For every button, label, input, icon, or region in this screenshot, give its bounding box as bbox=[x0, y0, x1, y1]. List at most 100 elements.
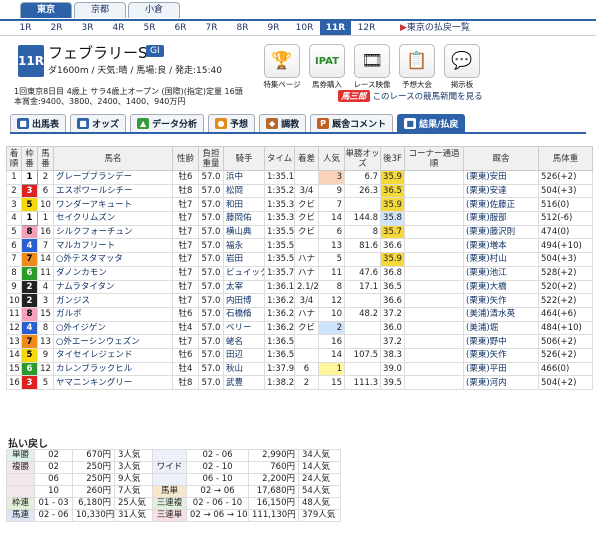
stable-link[interactable]: (美浦)清水英 bbox=[466, 309, 515, 319]
jockey-cell[interactable]: 岩田 bbox=[223, 252, 265, 267]
jockey-link[interactable]: 太宰 bbox=[226, 282, 243, 292]
horse-name-link[interactable]: セイクリムズン bbox=[56, 213, 115, 223]
horse-name-cell[interactable]: ガンジス bbox=[53, 293, 173, 308]
subtab[interactable]: ● 予想 bbox=[208, 114, 256, 132]
jockey-link[interactable]: 秋山 bbox=[226, 364, 243, 374]
jockey-link[interactable]: 武豊 bbox=[226, 378, 243, 388]
jockey-cell[interactable]: 横山典 bbox=[223, 224, 265, 240]
jockey-cell[interactable]: 太宰 bbox=[223, 279, 265, 295]
horse-name-cell[interactable]: ナムラタイタン bbox=[53, 279, 173, 295]
jockey-cell[interactable]: 藤岡佑 bbox=[223, 211, 265, 226]
venue-tab[interactable]: 京都 bbox=[74, 2, 126, 18]
stable-cell[interactable]: (栗東)安達 bbox=[463, 183, 539, 199]
stable-link[interactable]: (美浦)堀 bbox=[466, 323, 498, 333]
horse-name-link[interactable]: ガンジス bbox=[56, 296, 90, 306]
stable-link[interactable]: (栗東)藤沢則 bbox=[466, 227, 515, 237]
stable-cell[interactable]: (栗東)平田 bbox=[463, 361, 539, 377]
horse-name-link[interactable]: マルカフリート bbox=[56, 241, 115, 251]
stable-link[interactable]: (栗東)増本 bbox=[466, 241, 507, 251]
horse-name-link[interactable]: カレンブラックヒル bbox=[56, 364, 132, 374]
horse-name-cell[interactable]: シルクフォーチュン bbox=[53, 224, 173, 240]
jockey-link[interactable]: 福永 bbox=[226, 241, 243, 251]
horse-name-link[interactable]: シルクフォーチュン bbox=[56, 227, 133, 237]
jockey-cell[interactable]: ビュイック bbox=[223, 265, 265, 281]
jockey-link[interactable]: 和田 bbox=[226, 200, 243, 210]
stable-cell[interactable]: (栗東)野中 bbox=[463, 334, 539, 349]
stable-cell[interactable]: (栗東)佐藤正 bbox=[463, 197, 539, 213]
horse-name-link[interactable]: ダノンカモン bbox=[56, 268, 107, 278]
horse-name-link[interactable]: ○外テスタマッタ bbox=[56, 254, 123, 264]
stable-cell[interactable]: (栗東)藤沢則 bbox=[463, 224, 539, 240]
race-tab[interactable]: 4R bbox=[103, 21, 134, 35]
jockey-cell[interactable]: 田辺 bbox=[223, 347, 265, 363]
tool-button[interactable]: 🎞 レース映像 bbox=[352, 44, 392, 90]
venue-tab[interactable]: 東京 bbox=[20, 2, 72, 18]
jockey-cell[interactable]: 福永 bbox=[223, 238, 265, 254]
race-tab[interactable]: 8R bbox=[227, 21, 258, 35]
horse-name-cell[interactable]: ガルボ bbox=[53, 306, 173, 322]
stable-cell[interactable]: (栗東)安田 bbox=[463, 170, 539, 185]
horse-name-cell[interactable]: ○外エーシンウェズン bbox=[53, 334, 173, 349]
jockey-cell[interactable]: 武豊 bbox=[223, 375, 265, 390]
horse-name-link[interactable]: エスポワールシチー bbox=[56, 186, 133, 196]
stable-cell[interactable]: (栗東)池江 bbox=[463, 265, 539, 281]
tool-button[interactable]: 💬 掲示板 bbox=[442, 44, 482, 90]
race-tab[interactable]: 7R bbox=[196, 21, 227, 35]
jockey-link[interactable]: 浜中 bbox=[226, 172, 243, 182]
jockey-cell[interactable]: 蛯名 bbox=[223, 334, 265, 349]
jockey-cell[interactable]: 秋山 bbox=[223, 361, 265, 377]
horse-name-cell[interactable]: ○外イジゲン bbox=[53, 320, 173, 336]
horse-name-cell[interactable]: エスポワールシチー bbox=[53, 183, 173, 199]
venue-tab[interactable]: 小倉 bbox=[128, 2, 180, 18]
stable-cell[interactable]: (美浦)堀 bbox=[463, 320, 539, 336]
subtab[interactable]: P 厩舎コメント bbox=[310, 114, 394, 132]
jockey-link[interactable]: 内田博 bbox=[226, 296, 252, 306]
stable-link[interactable]: (栗東)佐藤正 bbox=[466, 200, 515, 210]
stable-cell[interactable]: (栗東)増本 bbox=[463, 238, 539, 254]
newspaper-link[interactable]: 馬三郎 このレースの競馬新聞を見る bbox=[338, 90, 483, 102]
race-tab[interactable]: 6R bbox=[165, 21, 196, 35]
horse-name-cell[interactable]: ワンダーアキュート bbox=[53, 197, 173, 213]
race-tab[interactable]: 2R bbox=[41, 21, 72, 35]
jockey-link[interactable]: 松岡 bbox=[226, 186, 243, 196]
race-tab[interactable]: 3R bbox=[72, 21, 103, 35]
stable-link[interactable]: (栗東)矢作 bbox=[466, 296, 507, 306]
stable-cell[interactable]: (栗東)矢作 bbox=[463, 347, 539, 363]
stable-link[interactable]: (栗東)平田 bbox=[466, 364, 507, 374]
tool-button[interactable]: IPAT 馬券購入 bbox=[307, 44, 347, 90]
stable-cell[interactable]: (美浦)清水英 bbox=[463, 306, 539, 322]
race-tab[interactable]: 9R bbox=[258, 21, 289, 35]
payout-list-link[interactable]: ▶東京の払戻一覧 bbox=[400, 21, 470, 35]
horse-name-cell[interactable]: グレープブランデー bbox=[53, 170, 173, 185]
horse-name-link[interactable]: グレープブランデー bbox=[56, 172, 132, 182]
stable-link[interactable]: (栗東)安田 bbox=[466, 172, 507, 182]
horse-name-cell[interactable]: マルカフリート bbox=[53, 238, 173, 254]
subtab[interactable]: ■ 結果/払戻 bbox=[397, 114, 466, 132]
horse-name-link[interactable]: ワンダーアキュート bbox=[56, 200, 132, 210]
jockey-link[interactable]: 石橋脩 bbox=[226, 309, 252, 319]
tool-button[interactable]: 🏆 特集ページ bbox=[262, 44, 302, 90]
horse-name-cell[interactable]: ヤマニンキングリー bbox=[53, 375, 173, 390]
jockey-link[interactable]: 田辺 bbox=[226, 350, 243, 360]
jockey-cell[interactable]: 石橋脩 bbox=[223, 306, 265, 322]
race-tab[interactable]: 1R bbox=[10, 21, 41, 35]
jockey-cell[interactable]: 松岡 bbox=[223, 183, 265, 199]
race-tab[interactable]: 12R bbox=[351, 21, 382, 35]
subtab[interactable]: ■ オッズ bbox=[70, 114, 127, 132]
stable-link[interactable]: (栗東)服部 bbox=[466, 213, 507, 223]
stable-cell[interactable]: (栗東)矢作 bbox=[463, 293, 539, 308]
jockey-link[interactable]: 藤岡佑 bbox=[226, 213, 252, 223]
jockey-link[interactable]: ベリー bbox=[226, 323, 252, 333]
horse-name-link[interactable]: ナムラタイタン bbox=[56, 282, 114, 292]
race-tab[interactable]: 11R bbox=[320, 21, 351, 35]
jockey-cell[interactable]: 和田 bbox=[223, 197, 265, 213]
jockey-cell[interactable]: 内田博 bbox=[223, 293, 265, 308]
horse-name-link[interactable]: ガルボ bbox=[56, 309, 82, 319]
stable-cell[interactable]: (栗東)村山 bbox=[463, 252, 539, 267]
jockey-link[interactable]: 岩田 bbox=[226, 254, 243, 264]
subtab[interactable]: ■ 出馬表 bbox=[10, 114, 67, 132]
horse-name-link[interactable]: ○外エーシンウェズン bbox=[56, 337, 140, 347]
jockey-link[interactable]: 蛯名 bbox=[226, 337, 243, 347]
race-tab[interactable]: 10R bbox=[289, 21, 320, 35]
stable-link[interactable]: (栗東)村山 bbox=[466, 254, 507, 264]
